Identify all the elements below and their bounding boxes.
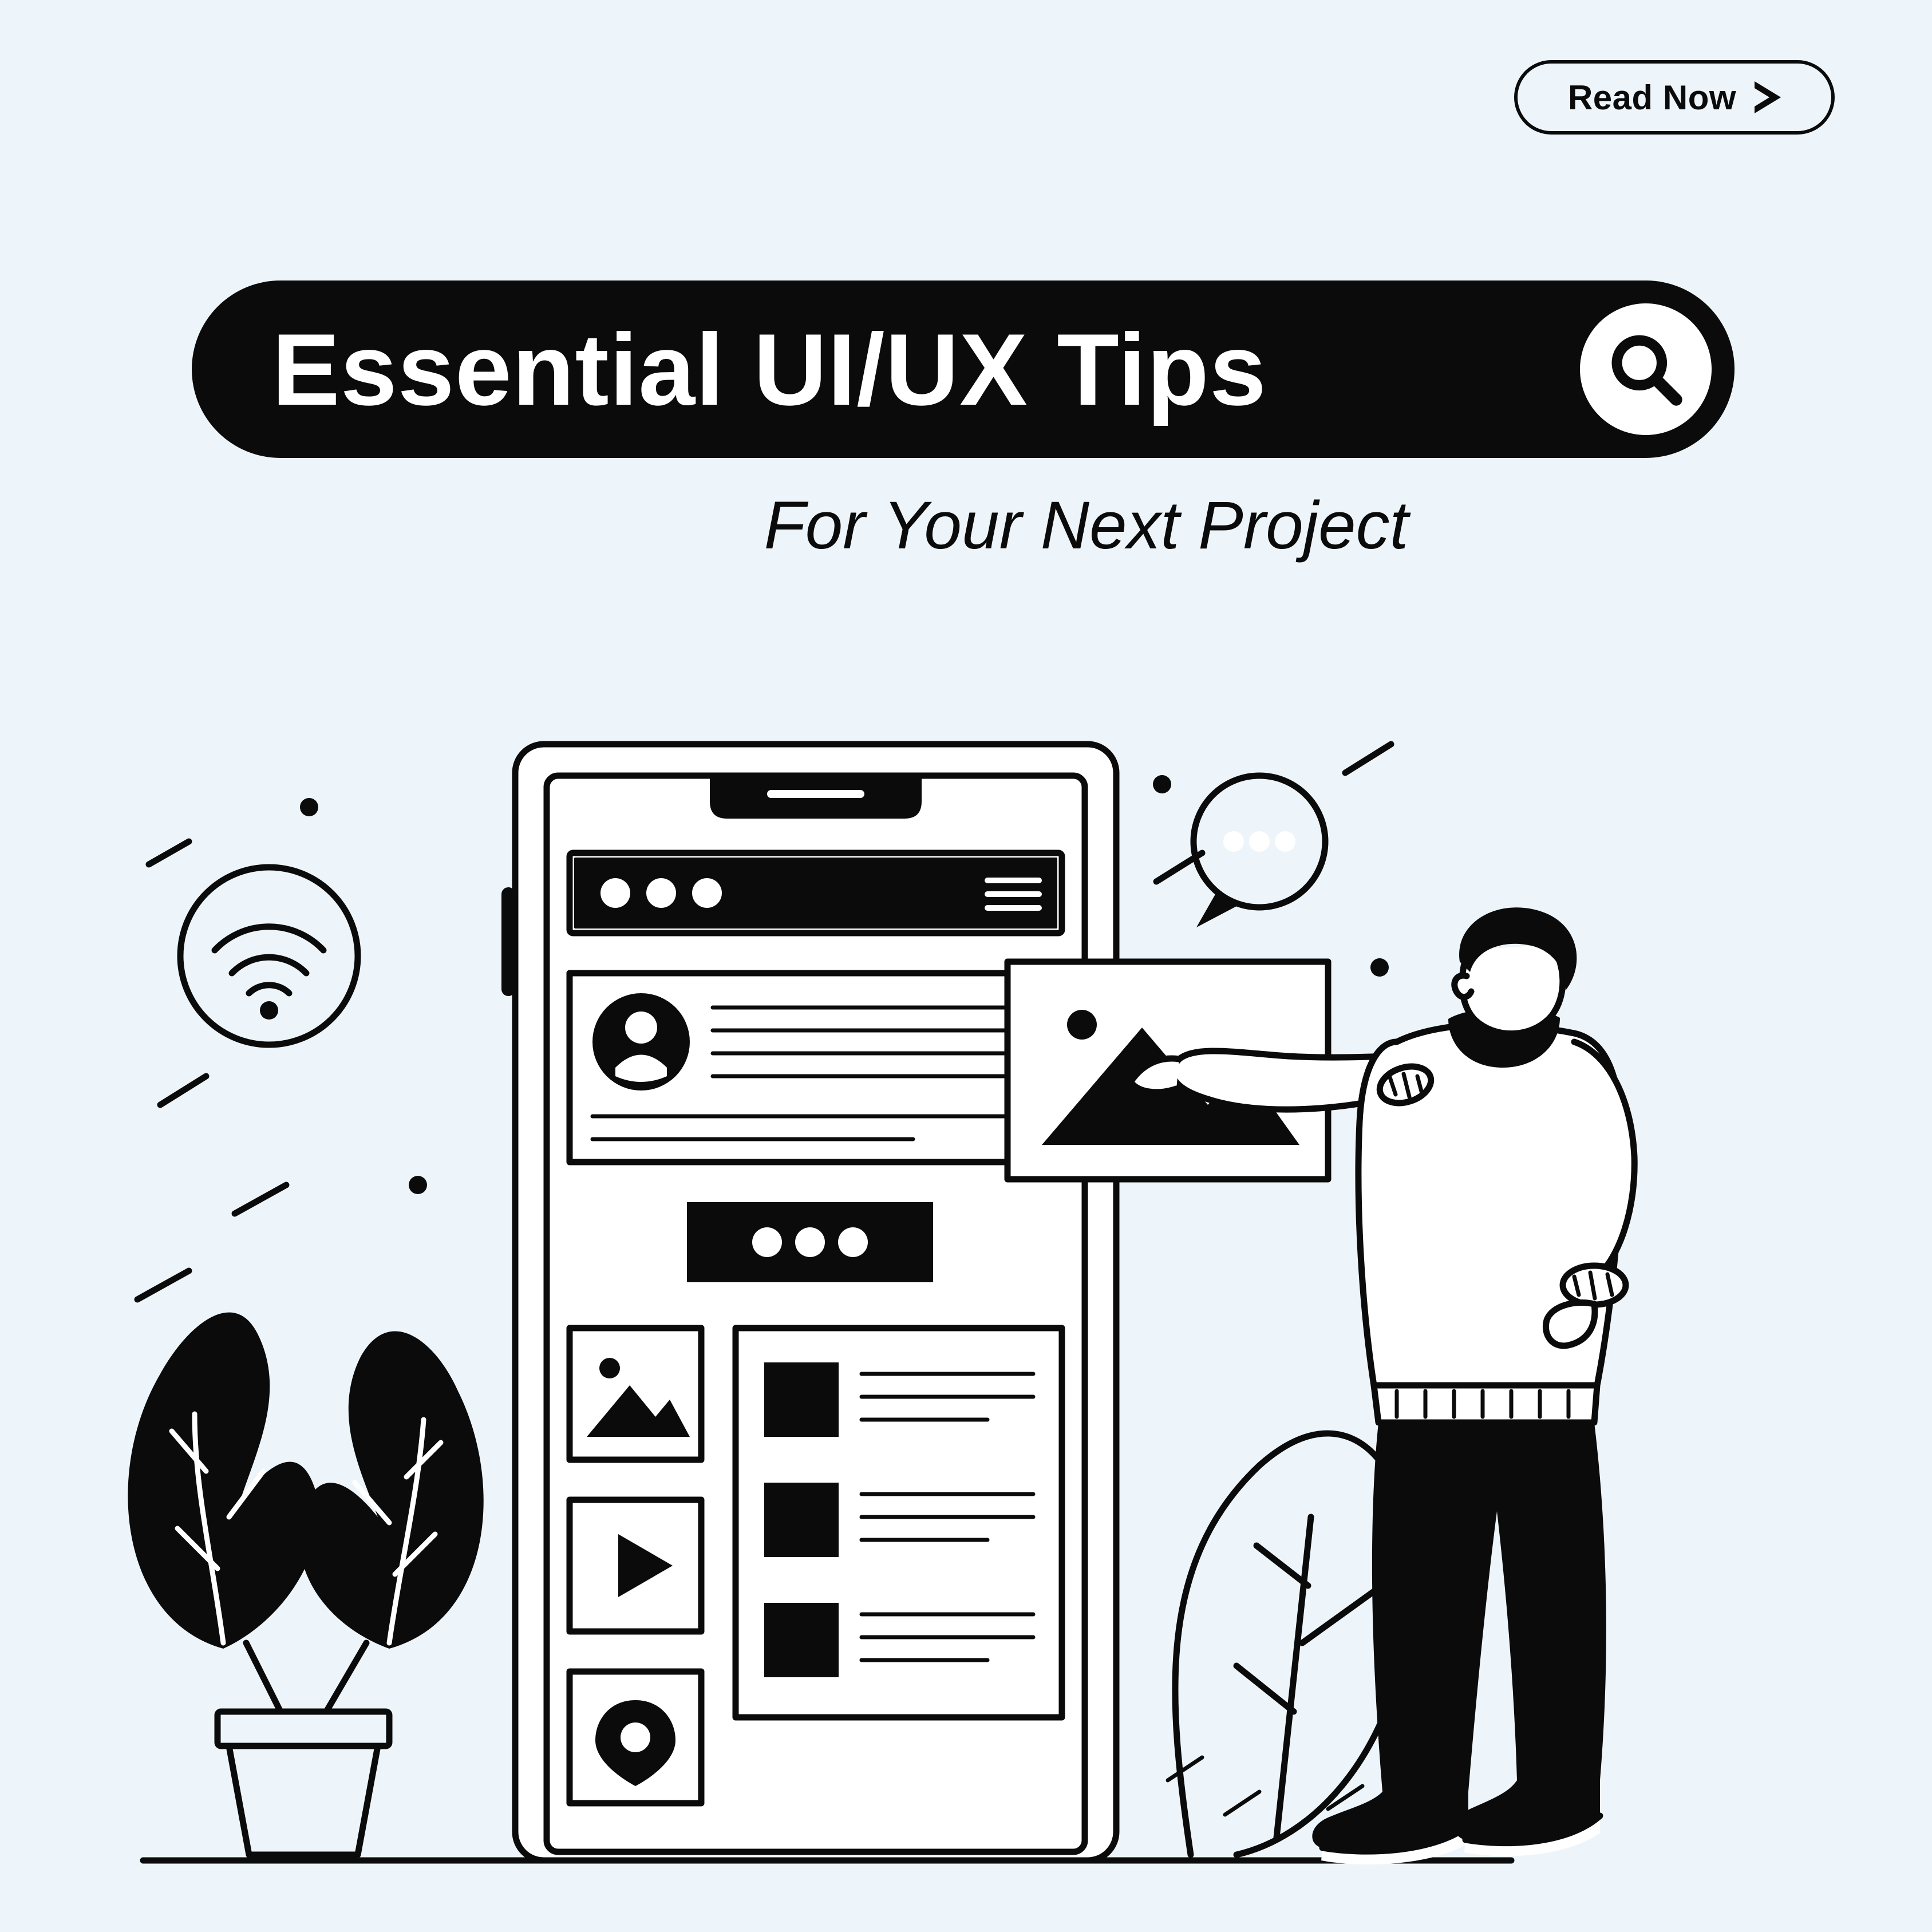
read-now-button[interactable]: Read Now [1514, 60, 1835, 135]
location-tile-icon [570, 1672, 701, 1803]
search-icon [1606, 329, 1686, 409]
page-subtitle: For Your Next Project [0, 487, 1932, 564]
chat-bubble-icon [1194, 776, 1325, 927]
read-now-label: Read Now [1568, 78, 1736, 117]
pagination-dots [687, 1202, 933, 1282]
image-tile-icon [570, 1328, 701, 1460]
phone-mockup [501, 744, 1116, 1860]
hero-illustration: .ln { fill:none; stroke:#0b0b0b; stroke-… [114, 738, 1818, 1878]
avatar-icon [592, 993, 690, 1091]
title-search-bar: Essential UI/UX Tips [192, 280, 1735, 458]
search-icon-badge[interactable] [1580, 303, 1712, 435]
play-tile-icon [570, 1500, 701, 1631]
arrow-right-icon [1755, 81, 1781, 113]
wifi-icon [180, 867, 358, 1045]
page-title: Essential UI/UX Tips [272, 311, 1580, 428]
plant-illustration [128, 1313, 483, 1855]
